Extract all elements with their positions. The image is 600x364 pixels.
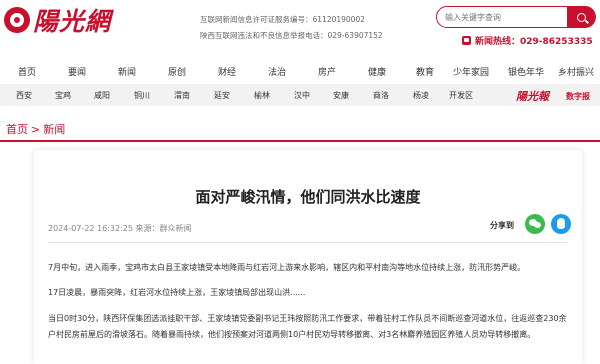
- nav-item-youth[interactable]: 少年家园: [453, 65, 489, 78]
- news-hotline: 新闻热线：029-86253335: [462, 34, 593, 47]
- city-item-xianyang[interactable]: 咸阳: [94, 90, 110, 101]
- city-item-weinan[interactable]: 渭南: [174, 90, 190, 101]
- city-item-yulin[interactable]: 榆林: [254, 90, 270, 101]
- search-icon: [576, 12, 586, 22]
- city-item-baoji[interactable]: 宝鸡: [55, 90, 71, 101]
- search-button[interactable]: [567, 6, 595, 28]
- qq-share-icon[interactable]: [551, 214, 571, 234]
- city-item-ankang[interactable]: 安康: [333, 90, 349, 101]
- nav-item-finance[interactable]: 财经: [218, 65, 236, 78]
- license-line-1: 互联网新闻信息许可证服务编号：61120190002: [200, 15, 365, 24]
- nav-item-health[interactable]: 健康: [368, 65, 386, 78]
- city-nav: 西安 宝鸡 咸阳 铜川 渭南 延安 榆林 汉中 安康 商洛 杨凌 开发区 陽光報…: [0, 84, 600, 106]
- logo-text: 陽光網: [33, 7, 112, 36]
- breadcrumb-current[interactable]: 新闻: [43, 123, 65, 136]
- nav-item-senior[interactable]: 银色年华: [508, 65, 544, 78]
- article-paragraph-2: 17日凌晨，暴雨突降，红岩河水位持续上涨，王家堎镇局部出现山洪......: [48, 288, 306, 297]
- city-item-hanzhong[interactable]: 汉中: [294, 90, 310, 101]
- main-nav: 首页 要闻 新闻 原创 财经 法治 房产 健康 教育 少年家园 银色年华 乡村振…: [0, 60, 600, 82]
- city-item-shangluo[interactable]: 商洛: [373, 90, 389, 101]
- paper-logo[interactable]: 陽光報: [516, 88, 549, 104]
- meta-divider: [48, 242, 568, 243]
- site-logo[interactable]: 陽光網: [4, 4, 111, 36]
- city-item-yanan[interactable]: 延安: [214, 90, 230, 101]
- wechat-share-icon[interactable]: [525, 214, 545, 234]
- article-paragraph-3: 当日0时30分，陕西环保集团选派挂职干部、王家堎镇党委副书记王玮按照防汛工作要求…: [48, 314, 567, 339]
- digital-paper-link[interactable]: 数字报: [566, 91, 590, 102]
- breadcrumb-home[interactable]: 首页: [6, 123, 28, 136]
- nav-item-original[interactable]: 原创: [168, 65, 186, 78]
- nav-item-headlines[interactable]: 要闻: [68, 65, 86, 78]
- city-item-xian[interactable]: 西安: [16, 90, 32, 101]
- share-label: 分享到: [490, 221, 514, 230]
- article-title: 面对严峻汛情，他们同洪水比速度: [195, 188, 421, 206]
- search-input[interactable]: [445, 10, 570, 24]
- logo-mark-icon: [4, 7, 30, 33]
- license-line-2: 陕西互联网违法和不良信息举报电话：029-63907152: [200, 31, 383, 40]
- search-box: [436, 6, 596, 28]
- breadcrumb-divider: [0, 140, 600, 142]
- nav-item-home[interactable]: 首页: [18, 65, 36, 78]
- nav-item-property[interactable]: 房产: [318, 65, 336, 78]
- breadcrumb: 首页 > 新闻: [6, 121, 65, 137]
- breadcrumb-separator: >: [31, 123, 41, 136]
- article-card: 面对严峻汛情，他们同洪水比速度 2024-07-22 16:32:25 来源：群…: [34, 150, 582, 364]
- nav-item-education[interactable]: 教育: [416, 65, 434, 78]
- city-item-yangling[interactable]: 杨凌: [413, 90, 429, 101]
- nav-item-law[interactable]: 法治: [268, 65, 286, 78]
- license-info: 互联网新闻信息许可证服务编号：61120190002 陕西互联网违法和不良信息举…: [200, 12, 383, 44]
- article-meta: 2024-07-22 16:32:25 来源：群众新闻: [48, 224, 192, 233]
- hotline-text: 新闻热线：029-86253335: [475, 37, 593, 47]
- city-item-devzone[interactable]: 开发区: [449, 90, 473, 101]
- city-item-tongchuan[interactable]: 铜川: [134, 90, 150, 101]
- site-header: 陽光網 互联网新闻信息许可证服务编号：61120190002 陕西互联网违法和不…: [0, 0, 600, 55]
- nav-item-news[interactable]: 新闻: [118, 65, 136, 78]
- nav-item-rural[interactable]: 乡村振兴: [558, 65, 594, 78]
- phone-icon: [462, 36, 471, 45]
- article-paragraph-1: 7月中旬，进入雨季，宝鸡市太白县王家堎镇受本地降雨与红岩河上游来水影响，辖区内和…: [48, 263, 526, 272]
